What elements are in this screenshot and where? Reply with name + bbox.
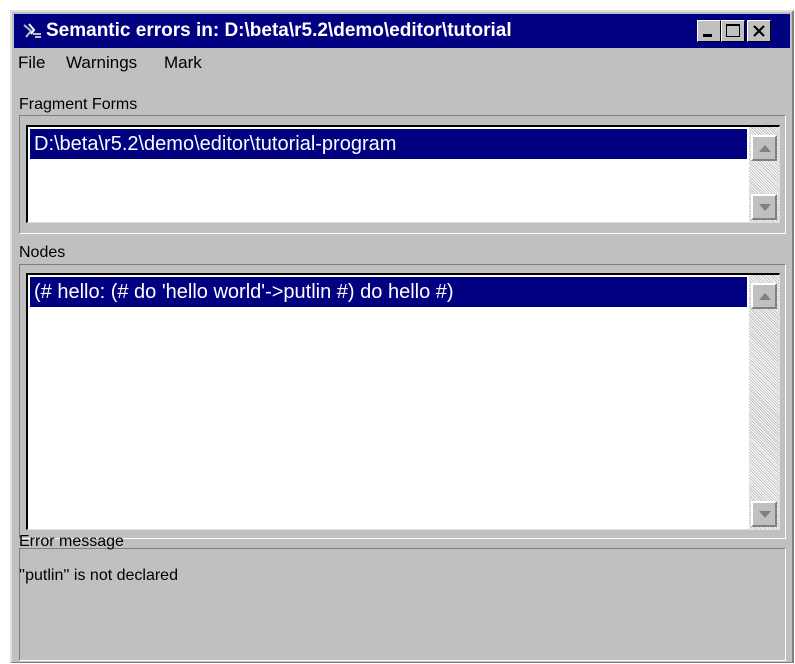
scroll-down-button[interactable]	[751, 194, 777, 220]
window-title: Semantic errors in: D:\beta\r5.2\demo\ed…	[46, 20, 512, 41]
error-message-frame	[19, 548, 786, 661]
fragment-forms-label: Fragment Forms	[19, 96, 138, 113]
fragment-forms-scrollbar[interactable]	[749, 127, 779, 222]
menu-file[interactable]: File	[18, 53, 45, 73]
arrow-up-icon	[759, 293, 771, 300]
error-message-label: Error message	[19, 533, 124, 550]
fragment-forms-list[interactable]: D:\beta\r5.2\demo\editor\tutorial-progra…	[26, 125, 780, 223]
menu-mark[interactable]: Mark	[164, 53, 202, 73]
menu-bar: File Warnings Mark	[14, 50, 790, 78]
arrow-down-icon	[759, 204, 771, 211]
app-icon	[23, 23, 41, 38]
maximize-button[interactable]	[721, 20, 745, 42]
scroll-up-button[interactable]	[751, 135, 777, 161]
minimize-button[interactable]	[697, 20, 721, 42]
arrow-up-icon	[759, 145, 771, 152]
semantic-errors-window: Semantic errors in: D:\beta\r5.2\demo\ed…	[10, 10, 794, 663]
arrow-down-icon	[759, 511, 771, 518]
nodes-label: Nodes	[19, 244, 66, 261]
maximize-icon	[726, 24, 740, 37]
fragment-form-item[interactable]: D:\beta\r5.2\demo\editor\tutorial-progra…	[30, 129, 747, 159]
error-message-text: ''putlin'' is not declared	[19, 567, 178, 584]
scroll-down-button[interactable]	[751, 501, 777, 527]
close-button[interactable]	[747, 20, 771, 42]
minimize-icon	[703, 34, 712, 37]
menu-warnings[interactable]: Warnings	[66, 53, 137, 73]
close-icon	[753, 25, 765, 37]
scroll-up-button[interactable]	[751, 283, 777, 309]
nodes-list[interactable]: (# hello: (# do 'hello world'->putlin #)…	[26, 273, 780, 530]
title-bar[interactable]: Semantic errors in: D:\beta\r5.2\demo\ed…	[14, 14, 790, 48]
nodes-scrollbar[interactable]	[749, 275, 779, 529]
node-item[interactable]: (# hello: (# do 'hello world'->putlin #)…	[30, 277, 747, 307]
